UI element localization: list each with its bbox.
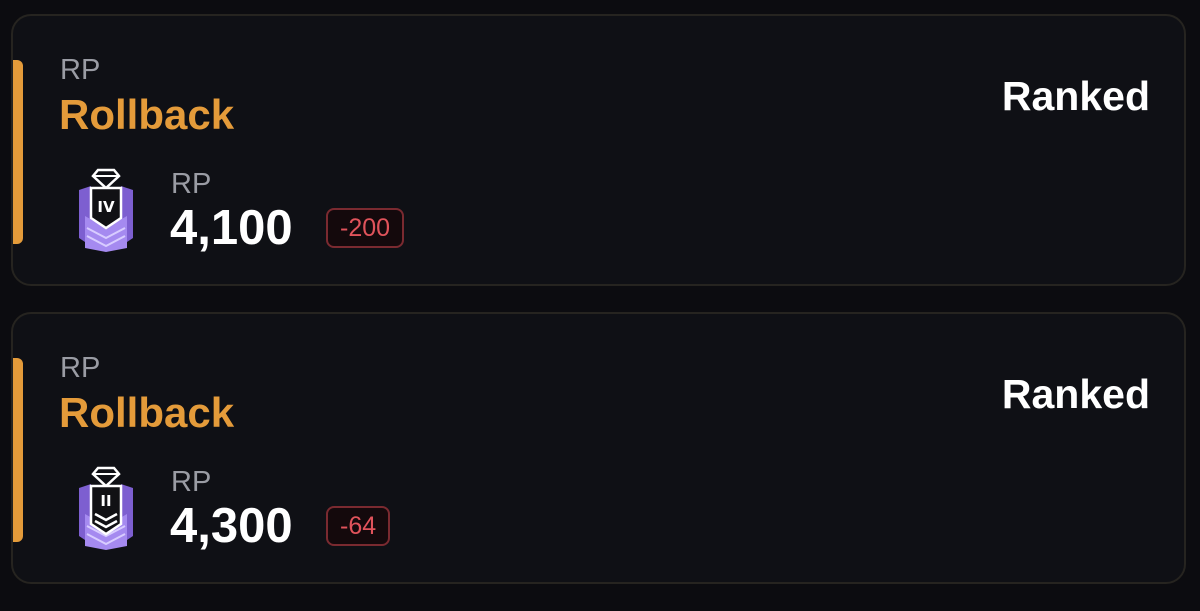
rp-value: 4,100 <box>170 201 293 255</box>
rp-delta-badge: -64 <box>326 506 391 546</box>
accent-bar <box>13 358 23 542</box>
rp-delta-badge: -200 <box>326 208 405 248</box>
rank-numeral: IV <box>97 198 115 216</box>
rank-numeral: II <box>100 492 111 510</box>
rank-history-list: RP Rollback Ranked IV RP 4,100 -200 RP R… <box>0 0 1200 611</box>
match-card[interactable]: RP Rollback Ranked II RP 4,300 -64 <box>11 312 1186 584</box>
type-title: Rollback <box>59 91 235 138</box>
match-card[interactable]: RP Rollback Ranked IV RP 4,100 -200 <box>11 14 1186 286</box>
type-label: RP <box>60 352 101 384</box>
mode-label: Ranked <box>1001 73 1150 119</box>
type-label: RP <box>60 54 101 86</box>
rank-badge-ii-icon: II <box>79 466 133 550</box>
rp-label: RP <box>171 168 212 200</box>
rank-badge-iv-icon: IV <box>79 168 133 252</box>
accent-bar <box>13 60 23 244</box>
mode-label: Ranked <box>1001 371 1150 417</box>
type-title: Rollback <box>59 389 235 436</box>
rp-value: 4,300 <box>170 499 293 553</box>
rp-label: RP <box>171 466 212 498</box>
